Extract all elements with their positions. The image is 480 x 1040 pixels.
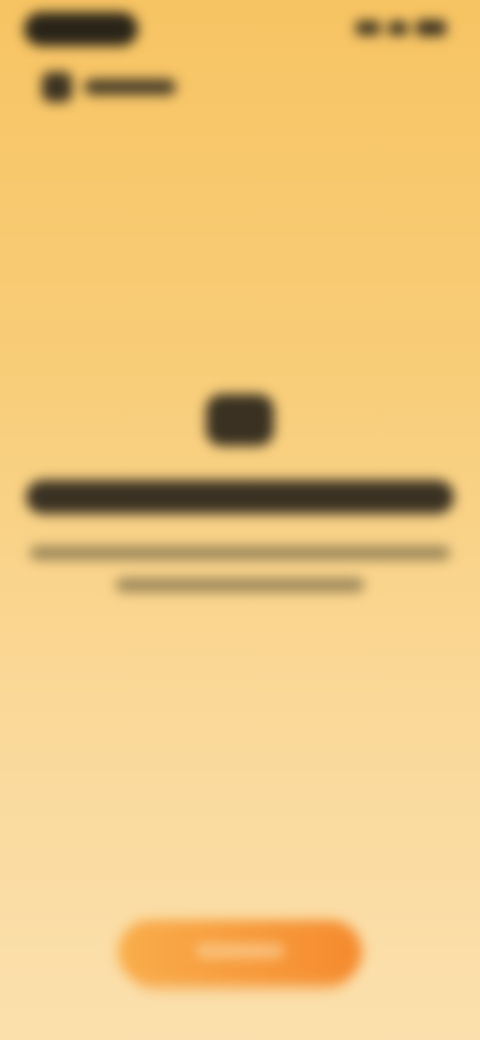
status-icons <box>356 20 446 36</box>
description-line-1 <box>30 546 450 560</box>
blurred-content <box>0 0 480 1040</box>
signal-icon <box>356 21 380 35</box>
status-time-pill <box>24 12 138 46</box>
back-icon <box>42 72 72 102</box>
screen <box>0 0 480 1040</box>
battery-icon <box>416 20 446 36</box>
primary-button-label <box>196 944 284 958</box>
wifi-icon <box>388 21 408 35</box>
description-line-2 <box>116 578 364 592</box>
back-label <box>84 79 176 95</box>
hero-icon <box>206 394 274 446</box>
back-button[interactable] <box>42 72 176 102</box>
headline-text <box>26 480 454 514</box>
